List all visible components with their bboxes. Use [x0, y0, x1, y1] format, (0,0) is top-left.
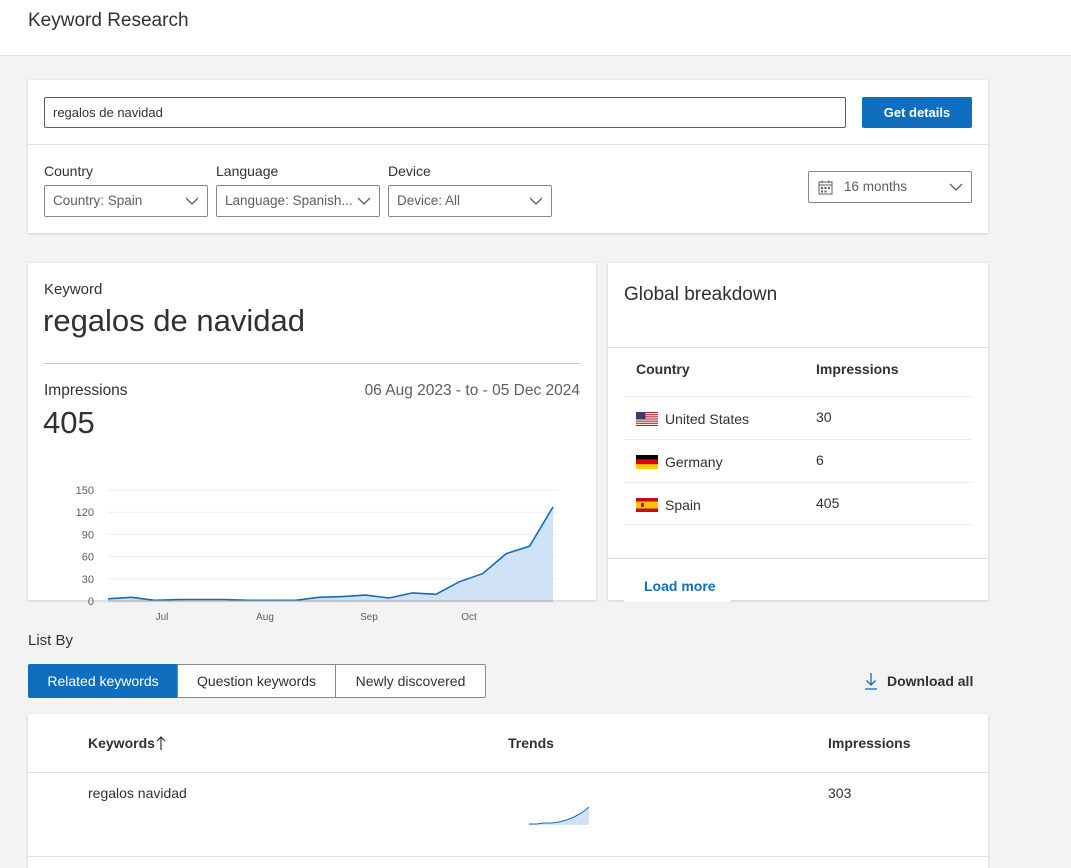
x-tick-label: Sep [360, 612, 378, 623]
country-name: United States [665, 411, 750, 427]
tab-newly-discovered[interactable]: Newly discovered [335, 664, 486, 698]
impressions-date-range: 06 Aug 2023 - to - 05 Dec 2024 [364, 382, 580, 399]
y-tick-label: 150 [76, 485, 94, 497]
search-card: Get details Country Country: Spain Langu… [28, 80, 988, 233]
y-tick-label: 0 [88, 596, 94, 608]
page-title: Keyword Research [28, 10, 189, 31]
language-dropdown[interactable]: Language: Spanish... [216, 185, 380, 217]
y-tick-label: 120 [76, 507, 94, 519]
calendar-icon [818, 180, 833, 195]
keyword-cell[interactable]: regalos navidad [88, 785, 187, 801]
divider [28, 772, 988, 773]
chevron-down-icon [529, 197, 543, 205]
get-details-button[interactable]: Get details [862, 97, 972, 128]
keyword-search-input[interactable] [44, 97, 846, 128]
date-range-dropdown[interactable]: 16 months [808, 171, 972, 203]
chevron-down-icon [949, 183, 963, 191]
download-icon [865, 673, 877, 690]
list-by-label: List By [28, 632, 74, 649]
x-tick-label: Jul [156, 612, 169, 623]
load-more-button[interactable]: Load more [624, 572, 731, 602]
global-breakdown-card: Global breakdown Country Impressions Uni… [608, 263, 988, 602]
divider [44, 363, 580, 364]
sort-ascending-icon[interactable] [156, 735, 166, 751]
impressions-chart: 150 120 90 60 30 0 Jul Aug Sep Oct [76, 485, 558, 623]
impressions-value: 405 [43, 405, 95, 440]
es-flag-icon [636, 498, 658, 512]
impressions-column-header: Impressions [828, 735, 911, 751]
chevron-down-icon [357, 197, 371, 205]
language-label: Language [216, 163, 279, 179]
country-impressions: 6 [816, 452, 824, 468]
divider [608, 558, 988, 559]
country-dropdown-value: Country: Spain [53, 193, 143, 208]
breakdown-row-united-states: United States 30 [624, 396, 972, 439]
device-label: Device [388, 163, 431, 179]
keywords-column-header[interactable]: Keywords [88, 735, 155, 751]
y-tick-label: 90 [82, 529, 94, 541]
impressions-cell: 303 [828, 785, 852, 801]
keywords-table: Keywords Trends Impressions regalos navi… [28, 714, 988, 868]
tab-question-keywords[interactable]: Question keywords [177, 664, 336, 698]
country-name: Spain [665, 497, 701, 513]
divider [28, 144, 988, 145]
trend-sparkline [529, 806, 590, 825]
country-name: Germany [665, 454, 723, 470]
us-flag-icon [636, 412, 658, 426]
keyword-card: Keyword regalos de navidad Impressions 0… [28, 263, 596, 623]
download-all-label: Download all [887, 673, 974, 689]
impressions-label: Impressions [44, 382, 128, 399]
device-dropdown-value: Device: All [397, 193, 461, 208]
y-tick-label: 60 [82, 552, 94, 564]
top-bar: Keyword Research [0, 0, 1071, 56]
divider [608, 347, 988, 348]
x-tick-label: Aug [256, 612, 274, 623]
language-dropdown-value: Language: Spanish... [225, 193, 353, 208]
impressions-column-header: Impressions [816, 361, 899, 377]
global-breakdown-title: Global breakdown [624, 284, 778, 305]
country-label: Country [44, 163, 94, 179]
breakdown-row-germany: Germany 6 [624, 439, 972, 482]
series-area [108, 507, 553, 601]
country-column-header: Country [636, 361, 690, 377]
chevron-down-icon [185, 197, 199, 205]
x-tick-label: Oct [461, 612, 477, 623]
country-dropdown[interactable]: Country: Spain [44, 185, 208, 217]
trends-column-header: Trends [508, 735, 554, 751]
breakdown-row-spain: Spain 405 [624, 482, 972, 525]
y-tick-label: 30 [82, 574, 94, 586]
de-flag-icon [636, 455, 658, 469]
country-impressions: 30 [816, 409, 832, 425]
keyword-label: Keyword [44, 281, 103, 298]
tab-related-keywords[interactable]: Related keywords [28, 664, 178, 698]
keyword-title: regalos de navidad [43, 303, 305, 338]
date-range-value: 16 months [844, 179, 908, 194]
divider [28, 856, 988, 857]
country-impressions: 405 [816, 495, 840, 511]
device-dropdown[interactable]: Device: All [388, 185, 552, 217]
